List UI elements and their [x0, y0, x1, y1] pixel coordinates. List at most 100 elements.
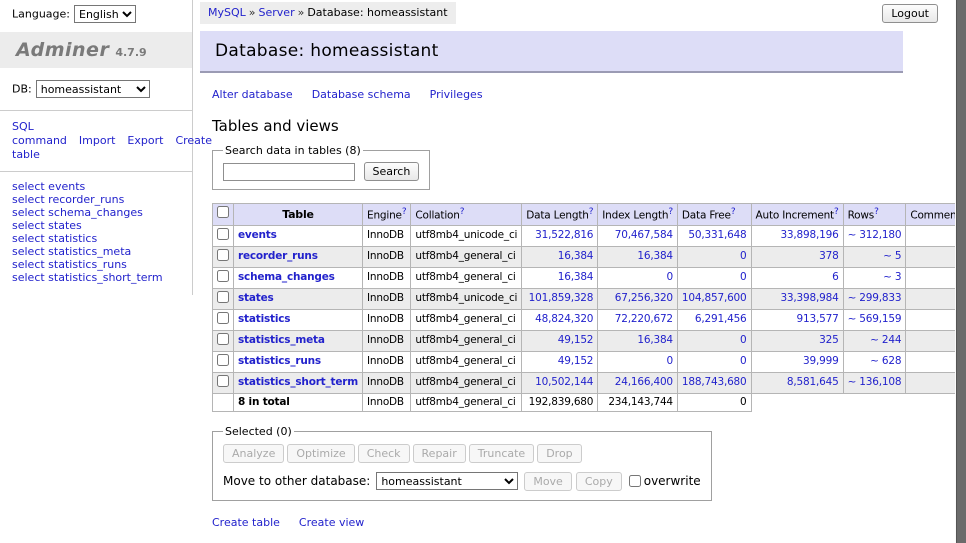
sidebar-link-import[interactable]: Import [79, 134, 116, 147]
cell-data-length-link[interactable]: 101,859,328 [529, 292, 594, 304]
cell-index-length-link[interactable]: 0 [666, 271, 672, 283]
cell-auto-increment-link[interactable]: 6 [832, 271, 838, 283]
cell-rows-link[interactable]: ~ 3 [883, 271, 901, 283]
cell-data-free-link[interactable]: 188,743,680 [682, 376, 747, 388]
cell-auto-increment-link[interactable]: 39,999 [803, 355, 839, 367]
help-link[interactable]: ? [668, 207, 673, 217]
create-view-link[interactable]: Create view [299, 516, 364, 529]
cell-data-free-link[interactable]: 0 [740, 355, 746, 367]
sidebar-select-statistics-short-term[interactable]: select statistics_short_term [12, 271, 163, 284]
cell-data-free-link[interactable]: 50,331,648 [688, 229, 746, 241]
overwrite-checkbox[interactable] [629, 475, 641, 487]
row-checkbox[interactable] [217, 228, 229, 240]
table-name-link[interactable]: statistics_short_term [238, 376, 358, 388]
col-header-label: Table [282, 208, 314, 221]
help-link[interactable]: ? [589, 207, 594, 217]
row-checkbox[interactable] [217, 270, 229, 282]
search-input[interactable] [223, 163, 355, 181]
col-header-label: Comment [910, 210, 960, 222]
cell-data-free-link[interactable]: 104,857,600 [682, 292, 747, 304]
row-checkbox[interactable] [217, 354, 229, 366]
sidebar-select-statistics-meta[interactable]: select statistics_meta [12, 245, 131, 258]
sidebar-select-schema-changes[interactable]: select schema_changes [12, 206, 143, 219]
row-checkbox[interactable] [217, 291, 229, 303]
help-link[interactable]: ? [731, 207, 736, 217]
sidebar-select-recorder-runs[interactable]: select recorder_runs [12, 193, 124, 206]
search-button[interactable]: Search [364, 162, 420, 181]
cell-index-length-link[interactable]: 24,166,400 [615, 376, 673, 388]
language-select[interactable]: English [74, 5, 136, 23]
cell-index-length-link[interactable]: 16,384 [637, 250, 673, 262]
cell-auto-increment-link[interactable]: 33,898,196 [780, 229, 838, 241]
help-link[interactable]: ? [834, 207, 839, 217]
sidebar-link-sql-command[interactable]: SQL command [12, 120, 67, 147]
help-link[interactable]: ? [402, 207, 407, 217]
logout-button[interactable]: Logout [882, 4, 938, 23]
help-link[interactable]: ? [874, 207, 879, 217]
cell-rows-link[interactable]: ~ 569,159 [848, 313, 902, 325]
help-link[interactable]: ? [460, 207, 465, 217]
cell-index-length-link[interactable]: 16,384 [637, 334, 673, 346]
sidebar-link-export[interactable]: Export [127, 134, 163, 147]
create-table-link[interactable]: Create table [212, 516, 280, 529]
cell-auto-increment-link[interactable]: 325 [819, 334, 838, 346]
sidebar-select-states[interactable]: select states [12, 219, 82, 232]
cell-rows-link[interactable]: ~ 244 [870, 334, 901, 346]
db-select[interactable]: homeassistant [36, 80, 150, 98]
cell-rows-link[interactable]: ~ 299,833 [848, 292, 902, 304]
table-name-link[interactable]: statistics_meta [238, 334, 325, 346]
breadcrumb-link-server[interactable]: Server [259, 6, 295, 19]
sidebar-select-statistics[interactable]: select statistics [12, 232, 97, 245]
database-schema-link[interactable]: Database schema [312, 88, 411, 101]
row-checkbox[interactable] [217, 333, 229, 345]
cell-rows-link[interactable]: ~ 5 [883, 250, 901, 262]
cell-index-length-link[interactable]: 70,467,584 [615, 229, 673, 241]
cell-data-length-link[interactable]: 48,824,320 [535, 313, 593, 325]
cell-rows-link[interactable]: ~ 136,108 [848, 376, 902, 388]
cell-data-length-link[interactable]: 10,502,144 [535, 376, 593, 388]
row-checkbox[interactable] [217, 249, 229, 261]
table-name-link[interactable]: statistics [238, 313, 290, 325]
table-name-link[interactable]: states [238, 292, 274, 304]
cell-index-length-link[interactable]: 0 [666, 355, 672, 367]
app-version: 4.7.9 [115, 41, 146, 59]
cell-data-free-link[interactable]: 0 [740, 271, 746, 283]
cell-data-length-link[interactable]: 49,152 [558, 334, 594, 346]
table-name-link[interactable]: statistics_runs [238, 355, 321, 367]
table-name-link[interactable]: recorder_runs [238, 250, 318, 262]
row-checkbox[interactable] [217, 312, 229, 324]
select-all-checkbox[interactable] [217, 206, 229, 218]
cell-rows-link[interactable]: ~ 312,180 [848, 229, 902, 241]
cell-data-free-link[interactable]: 0 [740, 334, 746, 346]
cell-rows-link[interactable]: ~ 628 [870, 355, 901, 367]
cell-data-length-link[interactable]: 16,384 [558, 271, 594, 283]
scrollbar-track[interactable] [955, 0, 966, 543]
sidebar-select-events[interactable]: select events [12, 180, 85, 193]
sidebar-select-statistics-runs[interactable]: select statistics_runs [12, 258, 127, 271]
privileges-link[interactable]: Privileges [430, 88, 483, 101]
breadcrumb-link-mysql[interactable]: MySQL [208, 6, 246, 19]
cell-index-length-link[interactable]: 72,220,672 [615, 313, 673, 325]
breadcrumb: MySQL»Server»Database: homeassistant [200, 2, 456, 24]
cell-index-length-link[interactable]: 67,256,320 [615, 292, 673, 304]
selected-buttons-row: AnalyzeOptimizeCheckRepairTruncateDrop [223, 444, 701, 463]
move-database-select[interactable]: homeassistant [376, 472, 518, 490]
cell-collation: utf8mb4_general_ci [411, 267, 522, 288]
alter-database-link[interactable]: Alter database [212, 88, 293, 101]
cell-data-length-link[interactable]: 31,522,816 [535, 229, 593, 241]
table-name-link[interactable]: events [238, 229, 277, 241]
search-fieldset: Search data in tables (8) Search [212, 144, 430, 190]
cell-auto-increment-link[interactable]: 8,581,645 [787, 376, 839, 388]
row-checkbox[interactable] [217, 375, 229, 387]
table-name-link[interactable]: schema_changes [238, 271, 335, 283]
scrollbar-thumb[interactable] [956, 0, 966, 543]
cell-table-name: statistics_short_term [234, 372, 363, 393]
cell-rows: ~ 3 [843, 267, 906, 288]
cell-data-free-link[interactable]: 0 [740, 250, 746, 262]
cell-auto-increment-link[interactable]: 913,577 [797, 313, 839, 325]
cell-auto-increment-link[interactable]: 378 [819, 250, 838, 262]
cell-data-length-link[interactable]: 16,384 [558, 250, 594, 262]
cell-data-length-link[interactable]: 49,152 [558, 355, 594, 367]
cell-data-free-link[interactable]: 6,291,456 [695, 313, 747, 325]
cell-auto-increment-link[interactable]: 33,398,984 [780, 292, 838, 304]
